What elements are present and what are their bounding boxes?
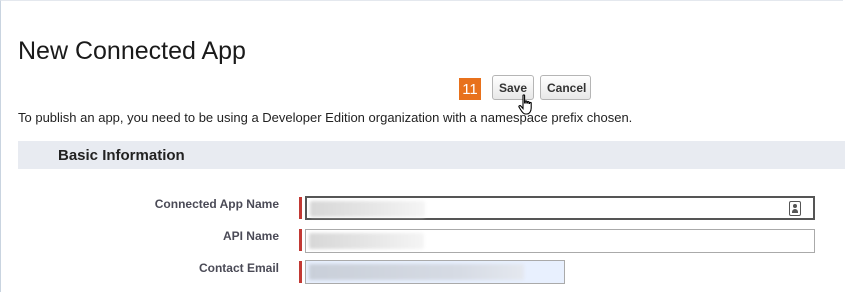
cancel-button[interactable]: Cancel — [540, 75, 591, 100]
required-indicator — [299, 229, 302, 251]
page-title: New Connected App — [18, 36, 246, 65]
redacted-value — [310, 201, 425, 217]
connected-app-name-label: Connected App Name — [154, 197, 279, 211]
section-title: Basic Information — [58, 147, 185, 164]
section-header-basic-information: Basic Information — [18, 141, 845, 169]
publish-notice: To publish an app, you need to be using … — [18, 110, 633, 125]
connected-app-name-input[interactable] — [305, 196, 815, 220]
contact-card-icon[interactable] — [789, 201, 801, 216]
contact-email-input[interactable] — [305, 260, 565, 284]
step-number-badge: 11 — [459, 78, 481, 100]
api-name-label: API Name — [222, 229, 279, 243]
required-indicator — [299, 197, 302, 219]
redacted-value — [309, 264, 524, 280]
required-indicator — [299, 261, 302, 283]
redacted-value — [309, 233, 424, 249]
contact-email-label: Contact Email — [198, 261, 279, 275]
api-name-input[interactable] — [305, 229, 815, 253]
